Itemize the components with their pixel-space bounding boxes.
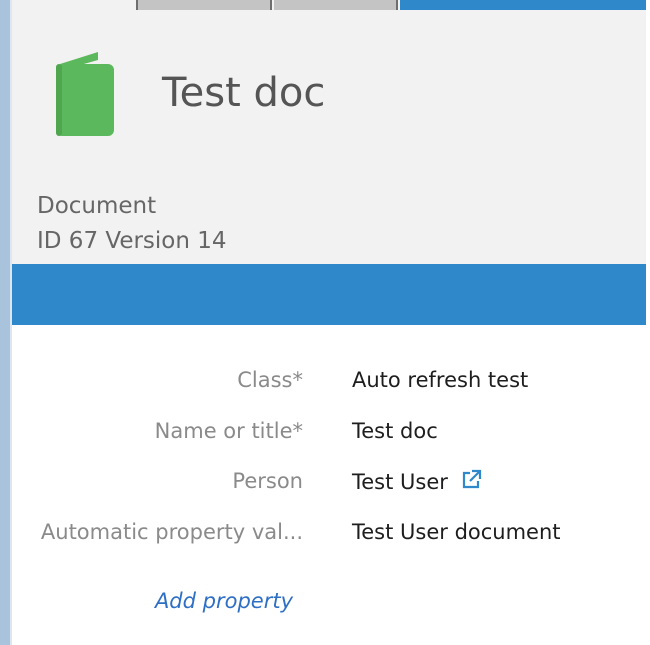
property-value[interactable]: Auto refresh test xyxy=(352,368,528,392)
property-value-wrapper: Test User xyxy=(352,469,482,494)
property-row-automatic-property[interactable]: Automatic property val... Test User docu… xyxy=(12,520,646,556)
property-label: Person xyxy=(232,469,303,493)
right-edge xyxy=(646,0,650,645)
tab-2[interactable] xyxy=(274,0,398,10)
property-label: Automatic property val... xyxy=(40,520,303,544)
left-pane-edge xyxy=(0,0,10,645)
property-row-name-or-title[interactable]: Name or title* Test doc xyxy=(12,419,646,455)
external-link-icon[interactable] xyxy=(460,469,482,491)
page-title: Test doc xyxy=(162,70,326,116)
property-label: Class* xyxy=(237,368,303,392)
property-row-person[interactable]: Person Test User xyxy=(12,469,646,505)
property-value[interactable]: Test doc xyxy=(352,419,438,443)
property-row-class[interactable]: Class* Auto refresh test xyxy=(12,368,646,404)
tab-strip xyxy=(12,0,646,10)
add-property-link[interactable]: Add property xyxy=(155,589,293,613)
object-header: Test doc Document ID 67 Version 14 xyxy=(12,10,646,263)
property-label: Name or title* xyxy=(154,419,303,443)
book-icon xyxy=(56,52,114,136)
metadata-card: Class* Auto refresh test Name or title* … xyxy=(12,325,646,645)
property-value[interactable]: Test User document xyxy=(352,520,561,544)
object-id-version: ID 67 Version 14 xyxy=(37,228,227,254)
tab-active[interactable] xyxy=(400,0,646,10)
object-type-label: Document xyxy=(37,193,157,219)
tab-1[interactable] xyxy=(136,0,272,10)
metadata-toolbar-bar xyxy=(12,264,646,325)
property-value[interactable]: Test User xyxy=(352,470,448,494)
